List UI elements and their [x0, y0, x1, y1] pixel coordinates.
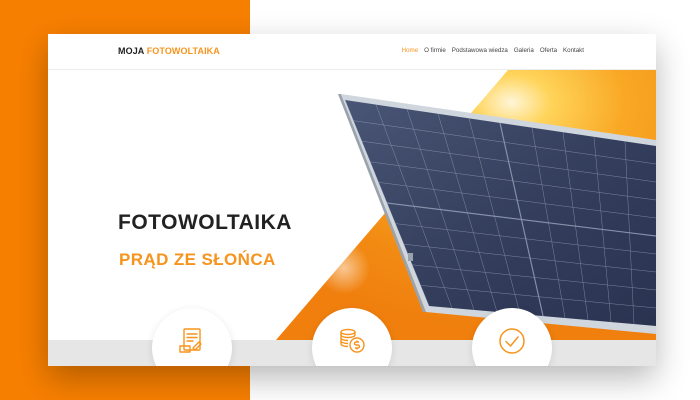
check-circle-icon: [499, 328, 525, 354]
nav-item-podstawowa-wiedza[interactable]: Podstawowa wiedza: [452, 47, 508, 54]
nav-item-home[interactable]: Home: [402, 47, 419, 54]
nav-item-galeria[interactable]: Galeria: [514, 47, 534, 54]
panel-bracket: [408, 253, 413, 261]
hero-subtitle: PRĄD ZE SŁOŃCA: [119, 250, 276, 269]
site-header: MOJA FOTOWOLTAIKA Home O firmie Podstawo…: [48, 34, 656, 70]
nav-item-oferta[interactable]: Oferta: [540, 47, 557, 54]
hero-section: FOTOWOLTAIKA PRĄD ZE SŁOŃCA: [48, 70, 656, 340]
hero-title: FOTOWOLTAIKA: [118, 211, 292, 234]
logo-text-accent: FOTOWOLTAIKA: [146, 46, 220, 56]
nav-item-o-firmie[interactable]: O firmie: [424, 47, 446, 54]
logo-text-primary: MOJA: [118, 46, 145, 56]
coins-dollar-icon: [340, 328, 365, 353]
hero-illustration: [276, 70, 656, 340]
document-contract-icon: [179, 328, 202, 353]
nav-item-kontakt[interactable]: Kontakt: [563, 47, 584, 54]
site-logo[interactable]: MOJA FOTOWOLTAIKA: [118, 46, 220, 56]
lens-flare: [318, 242, 370, 294]
website-mockup: MOJA FOTOWOLTAIKA Home O firmie Podstawo…: [48, 34, 656, 366]
main-nav: Home O firmie Podstawowa wiedza Galeria …: [402, 47, 584, 54]
